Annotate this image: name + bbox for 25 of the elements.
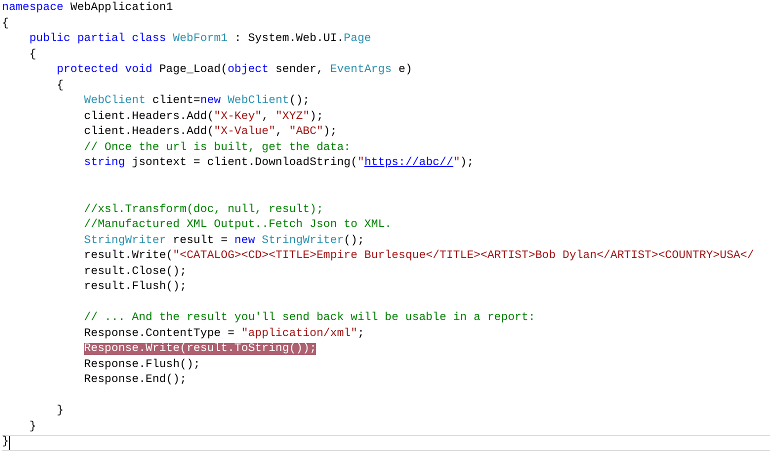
code-line: StringWriter result = new StringWriter();	[84, 234, 364, 249]
code-line: Response.End();	[84, 373, 187, 388]
code-line: protected void Page_Load(object sender, EventArgs e)	[56, 63, 412, 78]
code-line: {	[29, 48, 36, 63]
code-line: // ... And the result you'll send back will be usable in a report:	[84, 311, 536, 326]
code-line: result.Close();	[84, 264, 187, 280]
code-line: WebClient client=new WebClient();	[84, 94, 310, 110]
code-line: }	[2, 435, 9, 450]
code-line: //xsl.Transform(doc, null, result);	[84, 202, 324, 218]
code-line: // Once the url is built, get the data:	[84, 140, 351, 156]
code-line: Response.ContentType = "application/xml";	[84, 326, 364, 342]
code-line: {	[56, 78, 64, 94]
code-line: {	[2, 16, 9, 32]
code-line: namespace WebApplication1	[2, 1, 173, 16]
code-line: result.Write("<CATALOG><CD><TITLE>Empire Burlesque</TITLE><ARTIST>Bob Dylan</ARTIST><COUNTRY>USA</	[84, 249, 754, 264]
code-line: public partial class WebForm1 : System.Web.UI.Page	[29, 32, 372, 48]
code-line: string jsontext = client.DownloadString("https://abc//");	[84, 156, 474, 172]
code-line: }	[56, 404, 64, 420]
code-line: client.Headers.Add("X-Key", "XYZ");	[84, 110, 324, 125]
code-line: result.Flush();	[84, 280, 187, 296]
code-line: client.Headers.Add("X-Value", "ABC");	[84, 125, 337, 140]
code-line: }	[29, 420, 36, 435]
text-cursor	[8, 436, 10, 450]
code-line: //Manufactured XML Output..Fetch Json to XML.	[84, 218, 392, 234]
code-line: Response.Flush();	[84, 358, 200, 373]
